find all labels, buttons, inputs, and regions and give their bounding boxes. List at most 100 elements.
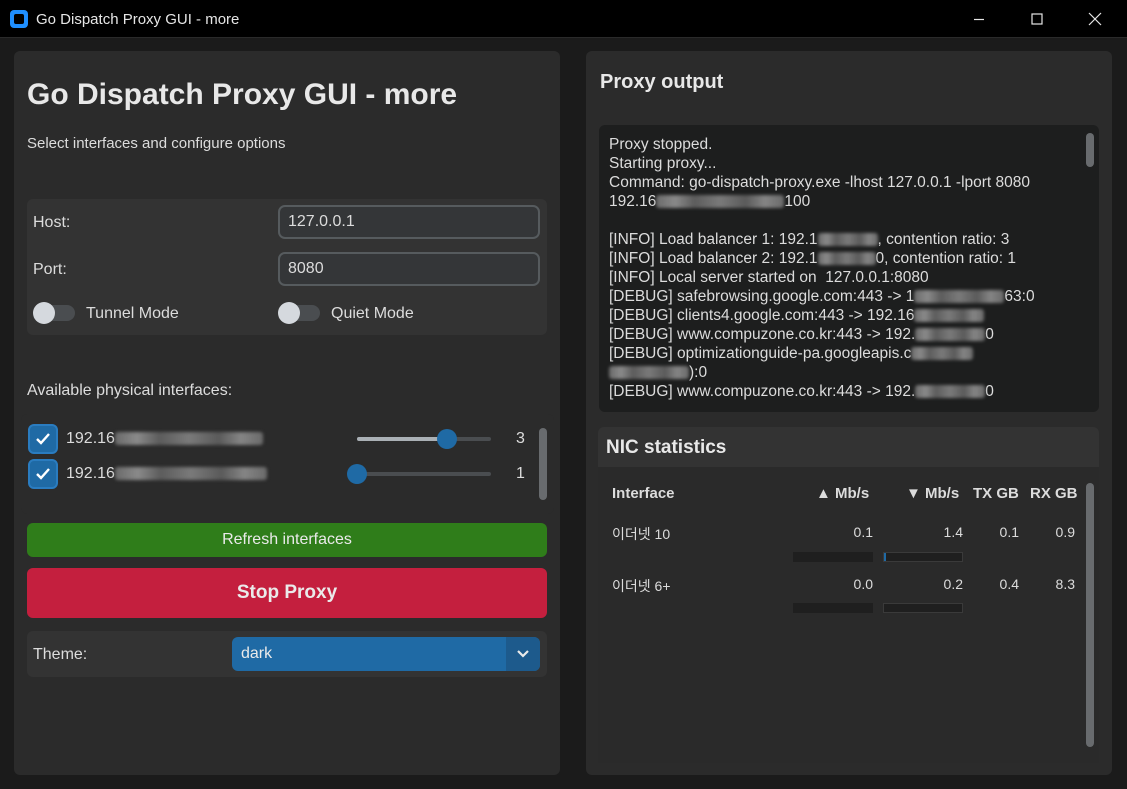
quiet-mode-switch[interactable]	[278, 302, 320, 324]
port-label: Port:	[33, 261, 67, 278]
nic-name: 이더넷 10	[612, 526, 671, 542]
redacted-text	[114, 467, 267, 481]
minimize-icon	[974, 18, 984, 21]
log-text: 192.16	[609, 193, 657, 210]
interface-ip-prefix: 192.16	[66, 465, 115, 482]
slider-fill	[357, 437, 447, 441]
log-line: ):0	[609, 363, 1035, 382]
theme-dropdown-button[interactable]	[506, 637, 540, 671]
slider-knob[interactable]	[436, 429, 457, 449]
log-line: [DEBUG] www.compuzone.co.kr:443 -> 192. 0	[609, 382, 1035, 401]
nic-upload: 0.0	[853, 576, 873, 592]
upload-bar	[793, 552, 873, 562]
page-title: Go Dispatch Proxy GUI - more	[27, 78, 458, 111]
redacted-text	[114, 432, 263, 446]
log-scrollbar[interactable]	[1086, 133, 1094, 167]
log-text: [DEBUG] www.compuzone.co.kr:443 -> 192.	[609, 383, 916, 400]
download-bar	[883, 603, 963, 613]
interface-ip-prefix: 192.16	[66, 430, 115, 447]
nic-scrollbar[interactable]	[1086, 483, 1094, 747]
log-text: ):0	[689, 364, 708, 381]
log-line: 192.16 100	[609, 192, 1035, 211]
redacted-text	[914, 309, 985, 323]
checkmark-icon	[36, 433, 50, 445]
host-input[interactable]: 127.0.0.1	[278, 205, 540, 239]
stop-proxy-button[interactable]: Stop Proxy	[27, 568, 547, 618]
nic-statistics-title: NIC statistics	[606, 437, 727, 458]
slider-knob[interactable]	[347, 464, 367, 484]
log-text: 63:0	[1004, 288, 1035, 305]
redacted-text	[609, 366, 689, 380]
host-label: Host:	[33, 214, 71, 231]
interface-weight-value: 3	[516, 430, 525, 447]
interface-weight-slider[interactable]	[347, 464, 491, 484]
maximize-button[interactable]	[1008, 0, 1066, 38]
minimize-button[interactable]	[950, 0, 1008, 38]
column-header-download: ▼ Mb/s	[906, 485, 960, 502]
column-header-upload: ▲ Mb/s	[816, 485, 870, 502]
tunnel-mode-label: Tunnel Mode	[86, 305, 179, 322]
nic-name: 이더넷 6+	[612, 578, 671, 594]
interface-checkbox[interactable]	[28, 459, 58, 489]
interface-label: 192.16	[66, 465, 267, 483]
interface-checkbox[interactable]	[28, 424, 58, 454]
log-line: [DEBUG] www.compuzone.co.kr:443 -> 192. 0	[609, 325, 1035, 344]
switch-knob	[278, 302, 300, 324]
nic-tx: 0.1	[999, 524, 1019, 540]
nic-rx: 8.3	[1055, 576, 1075, 592]
log-text: 0, contention ratio: 1	[875, 250, 1016, 267]
log-text: [INFO] Load balancer 1: 192.1	[609, 231, 818, 248]
log-line: Command: go-dispatch-proxy.exe -lhost 12…	[609, 173, 1035, 192]
redacted-text	[817, 233, 878, 247]
redacted-text	[914, 290, 1005, 304]
page-subtitle: Select interfaces and configure options	[27, 135, 286, 152]
theme-select-value: dark	[241, 645, 273, 662]
log-line: [DEBUG] optimizationguide-pa.googleapis.…	[609, 344, 1035, 363]
port-input[interactable]: 8080	[278, 252, 540, 286]
download-bar	[883, 552, 963, 562]
log-text: 100	[784, 193, 811, 210]
log-text: 0	[985, 326, 994, 343]
window-title: Go Dispatch Proxy GUI - more	[36, 11, 240, 28]
interfaces-list	[21, 414, 554, 514]
close-button[interactable]	[1066, 0, 1124, 38]
nic-download: 1.4	[943, 524, 963, 540]
maximize-icon	[1031, 13, 1043, 25]
log-text: 0	[985, 383, 994, 400]
window-titlebar: Go Dispatch Proxy GUI - more	[0, 0, 1127, 38]
upload-bar	[793, 603, 873, 613]
log-text: Starting proxy...	[609, 155, 717, 172]
tunnel-mode-switch[interactable]	[33, 302, 75, 324]
column-header-rx: RX GB	[1030, 485, 1078, 502]
download-bar-fill	[884, 553, 887, 561]
log-line: Proxy stopped.	[609, 135, 1035, 154]
interface-weight-slider[interactable]	[357, 429, 491, 449]
nic-download: 0.2	[943, 576, 963, 592]
close-icon	[1088, 12, 1102, 26]
redacted-text	[915, 385, 986, 399]
log-line: [INFO] Load balancer 2: 192.1 0, contenti…	[609, 249, 1035, 268]
refresh-interfaces-button[interactable]: Refresh interfaces	[27, 523, 547, 557]
theme-select[interactable]: dark	[232, 637, 540, 671]
column-header-tx: TX GB	[973, 485, 1019, 502]
log-text: [DEBUG] www.compuzone.co.kr:443 -> 192.	[609, 326, 916, 343]
theme-label: Theme:	[33, 646, 88, 663]
redacted-text	[817, 252, 876, 266]
log-text: Proxy stopped.	[609, 136, 713, 153]
interface-label: 192.16	[66, 430, 263, 448]
interface-weight-value: 1	[516, 465, 525, 482]
proxy-output-log[interactable]: Proxy stopped. Starting proxy... Command: …	[599, 125, 1099, 412]
nic-statistics-table	[598, 467, 1099, 763]
log-text: , contention ratio: 3	[877, 231, 1010, 248]
proxy-output-title: Proxy output	[600, 71, 724, 93]
switch-knob	[33, 302, 55, 324]
log-line: [DEBUG] safebrowsing.google.com:443 -> 1…	[609, 287, 1035, 306]
interfaces-scrollbar[interactable]	[539, 428, 547, 500]
log-text: [DEBUG] safebrowsing.google.com:443 -> 1	[609, 288, 915, 305]
log-text: [INFO] Load balancer 2: 192.1	[609, 250, 818, 267]
nic-tx: 0.4	[999, 576, 1019, 592]
redacted-text	[915, 328, 986, 342]
log-text: [DEBUG] optimizationguide-pa.googleapis.…	[609, 345, 912, 362]
app-icon	[10, 10, 28, 28]
